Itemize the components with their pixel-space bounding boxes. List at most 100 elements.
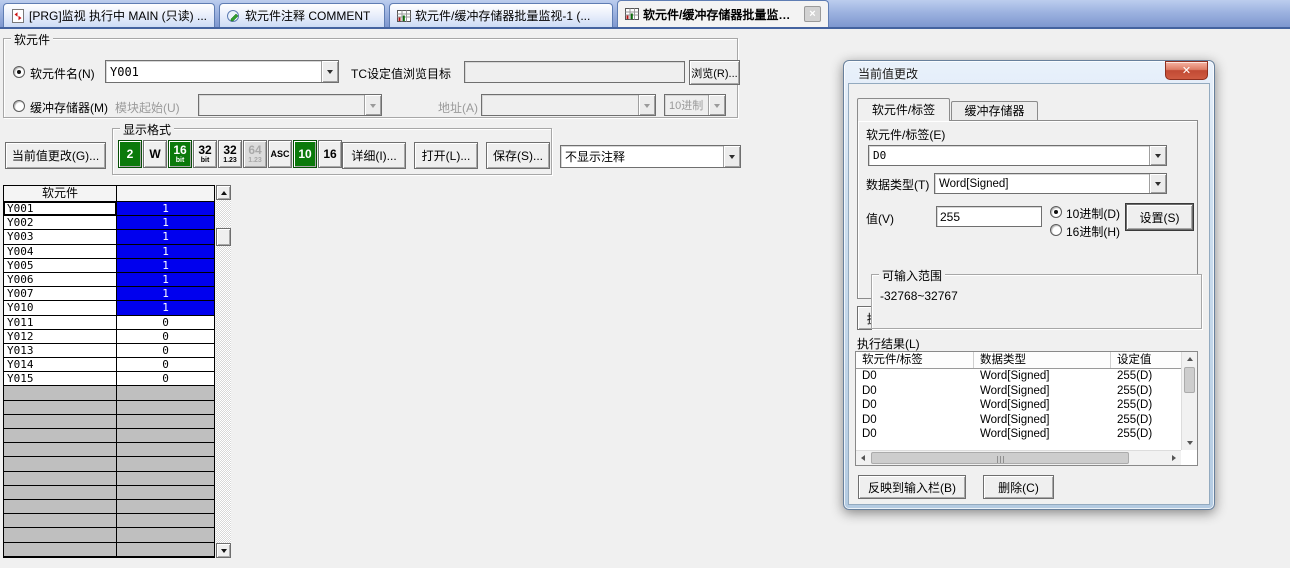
decimal-radio[interactable] xyxy=(1050,206,1062,218)
format-button-32-bit[interactable]: 32bit xyxy=(193,140,217,168)
device-cell-Y007[interactable]: Y007 xyxy=(4,287,117,301)
device-cell-Y015[interactable]: Y015 xyxy=(4,372,117,386)
value-cell-empty[interactable] xyxy=(117,401,214,415)
tab-batch-monitor-2[interactable]: 软元件/缓冲存储器批量监视-... × xyxy=(617,0,829,27)
result-row-3[interactable]: D0Word[Signed]255(D) xyxy=(856,413,1197,428)
device-cell-Y003[interactable]: Y003 xyxy=(4,230,117,244)
device-name-radio[interactable] xyxy=(13,66,25,78)
device-cell-Y002[interactable]: Y002 xyxy=(4,216,117,230)
address-combo[interactable] xyxy=(481,94,656,116)
browse-button[interactable]: 浏览(R)... xyxy=(689,60,740,85)
device-cell-Y014[interactable]: Y014 xyxy=(4,358,117,372)
device-cell-empty[interactable] xyxy=(4,457,117,471)
device-cell-Y006[interactable]: Y006 xyxy=(4,273,117,287)
result-list-vertical-scrollbar[interactable] xyxy=(1181,352,1197,450)
format-button-16[interactable]: 16 xyxy=(318,140,342,168)
tab-device-label[interactable]: 软元件/标签 xyxy=(857,98,950,121)
open-button[interactable]: 打开(L)... xyxy=(414,142,478,169)
device-cell-Y012[interactable]: Y012 xyxy=(4,330,117,344)
scroll-down-button[interactable] xyxy=(1182,436,1197,450)
value-cell-empty[interactable] xyxy=(117,543,214,557)
device-cell-Y004[interactable]: Y004 xyxy=(4,245,117,259)
value-cell-Y014[interactable]: 0 xyxy=(117,358,214,372)
value-cell-empty[interactable] xyxy=(117,386,214,400)
device-cell-Y010[interactable]: Y010 xyxy=(4,301,117,315)
value-cell-Y010[interactable]: 1 xyxy=(117,301,214,315)
device-cell-empty[interactable] xyxy=(4,472,117,486)
tab-close-button[interactable]: × xyxy=(804,6,821,22)
value-cell-Y006[interactable]: 1 xyxy=(117,273,214,287)
result-row-2[interactable]: D0Word[Signed]255(D) xyxy=(856,398,1197,413)
hexadecimal-radio[interactable] xyxy=(1050,224,1062,236)
device-cell-empty[interactable] xyxy=(4,543,117,557)
value-cell-Y002[interactable]: 1 xyxy=(117,216,214,230)
device-cell-Y001[interactable]: Y001 xyxy=(4,202,117,216)
device-cell-empty[interactable] xyxy=(4,415,117,429)
device-cell-empty[interactable] xyxy=(4,443,117,457)
device-cell-Y011[interactable]: Y011 xyxy=(4,316,117,330)
value-cell-Y012[interactable]: 0 xyxy=(117,330,214,344)
value-input[interactable]: 255 xyxy=(936,206,1042,227)
dropdown-arrow-icon[interactable] xyxy=(321,61,338,82)
buffer-memory-radio[interactable] xyxy=(13,100,25,112)
value-cell-Y011[interactable]: 0 xyxy=(117,316,214,330)
scroll-down-button[interactable] xyxy=(216,543,231,558)
value-cell-Y013[interactable]: 0 xyxy=(117,344,214,358)
tab-buffer-memory[interactable]: 缓冲存储器 xyxy=(951,101,1038,121)
device-cell-empty[interactable] xyxy=(4,500,117,514)
value-cell-empty[interactable] xyxy=(117,500,214,514)
value-cell-Y007[interactable]: 1 xyxy=(117,287,214,301)
scroll-up-button[interactable] xyxy=(1182,352,1197,366)
device-cell-empty[interactable] xyxy=(4,514,117,528)
detail-button[interactable]: 详细(I)... xyxy=(342,142,406,169)
value-cell-Y005[interactable]: 1 xyxy=(117,259,214,273)
value-cell-empty[interactable] xyxy=(117,457,214,471)
tab-batch-monitor-1[interactable]: 软元件/缓冲存储器批量监视-1 (... xyxy=(389,3,613,27)
comment-display-combo[interactable]: 不显示注释 xyxy=(560,145,741,168)
format-button-2[interactable]: 2 xyxy=(118,140,142,168)
scroll-thumb[interactable] xyxy=(871,452,1129,464)
scroll-up-button[interactable] xyxy=(216,185,231,200)
format-button-32-1_23[interactable]: 321.23 xyxy=(218,140,242,168)
result-col-setvalue-header[interactable]: 设定值 xyxy=(1111,352,1180,368)
value-cell-empty[interactable] xyxy=(117,443,214,457)
device-name-combo[interactable]: Y001 xyxy=(105,60,339,83)
value-cell-empty[interactable] xyxy=(117,472,214,486)
scroll-right-button[interactable] xyxy=(1167,451,1181,465)
value-cell-Y001[interactable]: 1 xyxy=(117,202,214,216)
monitor-table-scrollbar[interactable] xyxy=(216,185,231,558)
value-cell-Y015[interactable]: 0 xyxy=(117,372,214,386)
datatype-combo[interactable]: Word[Signed] xyxy=(934,173,1167,194)
value-cell-empty[interactable] xyxy=(117,528,214,542)
scroll-left-button[interactable] xyxy=(856,451,870,465)
format-button-asc[interactable]: ASC xyxy=(268,140,292,168)
device-cell-Y013[interactable]: Y013 xyxy=(4,344,117,358)
current-value-change-button[interactable]: 当前值更改(G)... xyxy=(5,142,106,169)
scroll-thumb[interactable] xyxy=(216,228,231,246)
device-cell-empty[interactable] xyxy=(4,429,117,443)
device-cell-empty[interactable] xyxy=(4,386,117,400)
value-cell-empty[interactable] xyxy=(117,486,214,500)
scroll-thumb[interactable] xyxy=(1184,367,1195,393)
set-button[interactable]: 设置(S) xyxy=(1126,204,1193,230)
device-cell-empty[interactable] xyxy=(4,486,117,500)
dropdown-arrow-icon[interactable] xyxy=(1149,146,1166,165)
dropdown-arrow-icon[interactable] xyxy=(1149,174,1166,193)
address-base-combo[interactable]: 10进制 xyxy=(664,94,726,116)
value-cell-Y004[interactable]: 1 xyxy=(117,245,214,259)
value-cell-Y003[interactable]: 1 xyxy=(117,230,214,244)
reflect-to-input-button[interactable]: 反映到输入栏(B) xyxy=(858,475,966,499)
save-button[interactable]: 保存(S)... xyxy=(486,142,550,169)
tab-device-comment[interactable]: 软元件注释 COMMENT xyxy=(219,3,385,27)
result-row-0[interactable]: D0Word[Signed]255(D) xyxy=(856,369,1197,384)
device-cell-empty[interactable] xyxy=(4,528,117,542)
result-col-datatype-header[interactable]: 数据类型 xyxy=(974,352,1111,368)
result-row-4[interactable]: D0Word[Signed]255(D) xyxy=(856,427,1197,442)
dropdown-arrow-icon[interactable] xyxy=(723,146,740,167)
tc-target-input[interactable] xyxy=(464,61,685,83)
dialog-close-button[interactable]: ✕ xyxy=(1165,61,1208,80)
format-button-10[interactable]: 10 xyxy=(293,140,317,168)
tab-prg-monitor-main[interactable]: [PRG]监视 执行中 MAIN (只读) ... xyxy=(3,3,215,27)
format-button-w[interactable]: W xyxy=(143,140,167,168)
device-cell-empty[interactable] xyxy=(4,401,117,415)
